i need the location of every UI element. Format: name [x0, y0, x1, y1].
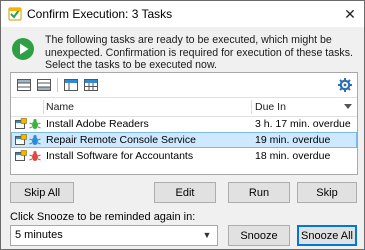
list-toolbar [11, 73, 357, 97]
column-header-due-in[interactable]: Due In [255, 98, 286, 116]
settings-gear-icon[interactable] [337, 77, 353, 93]
task-rows: Install Adobe Readers 3 h. 17 min. overd… [11, 116, 357, 164]
snooze-button[interactable]: Snooze [228, 225, 290, 246]
confirmation-message: The following tasks are ready to be exec… [45, 34, 353, 71]
run-play-icon [12, 38, 34, 60]
task-due-in: 18 min. overdue [255, 150, 331, 162]
chevron-down-icon: ▼ [202, 230, 212, 240]
toolbar-separator [57, 78, 58, 92]
expand-rows-icon[interactable] [16, 77, 32, 93]
skip-button[interactable]: Skip [297, 182, 357, 203]
app-icon [8, 7, 22, 21]
task-icon [15, 134, 27, 145]
sort-descending-icon [344, 104, 352, 109]
grid-view-icon[interactable] [83, 77, 99, 93]
title-bar: Confirm Execution: 3 Tasks ✕ [1, 1, 364, 27]
task-icon [15, 118, 27, 129]
snooze-label: Click Snooze to be reminded again in: [10, 211, 196, 223]
header-divider [43, 100, 44, 114]
task-row[interactable]: Install Software for Accountants 18 min.… [11, 148, 357, 164]
column-headers: Name Due In [11, 97, 357, 117]
close-button[interactable]: ✕ [342, 6, 358, 22]
skip-all-button[interactable]: Skip All [10, 182, 74, 203]
bug-icon [29, 151, 41, 161]
task-list-panel: Name Due In Install Adobe Readers 3 h. 1… [10, 72, 358, 175]
window-title: Confirm Execution: 3 Tasks [27, 7, 173, 21]
collapse-rows-icon[interactable] [36, 77, 52, 93]
confirm-execution-dialog: Confirm Execution: 3 Tasks ✕ The followi… [0, 0, 365, 250]
task-due-in: 19 min. overdue [255, 134, 331, 146]
bug-icon [29, 119, 41, 129]
dialog-body: The following tasks are ready to be exec… [1, 27, 364, 249]
snooze-interval-value: 5 minutes [15, 229, 63, 241]
snooze-interval-select[interactable]: 5 minutes ▼ [10, 225, 218, 246]
edit-button[interactable]: Edit [154, 182, 216, 203]
task-name: Install Software for Accountants [46, 150, 194, 162]
view-icon[interactable] [63, 77, 79, 93]
task-icon [15, 150, 27, 161]
task-row[interactable]: Install Adobe Readers 3 h. 17 min. overd… [11, 116, 357, 132]
bug-icon [29, 135, 41, 145]
column-header-name[interactable]: Name [46, 98, 74, 116]
header-divider [251, 100, 252, 114]
run-button[interactable]: Run [228, 182, 290, 203]
task-due-in: 3 h. 17 min. overdue [255, 118, 351, 130]
task-name: Repair Remote Console Service [46, 134, 196, 146]
snooze-all-button[interactable]: Snooze All [297, 225, 357, 246]
task-row-selected[interactable]: Repair Remote Console Service 19 min. ov… [11, 132, 357, 148]
task-name: Install Adobe Readers [46, 118, 149, 130]
